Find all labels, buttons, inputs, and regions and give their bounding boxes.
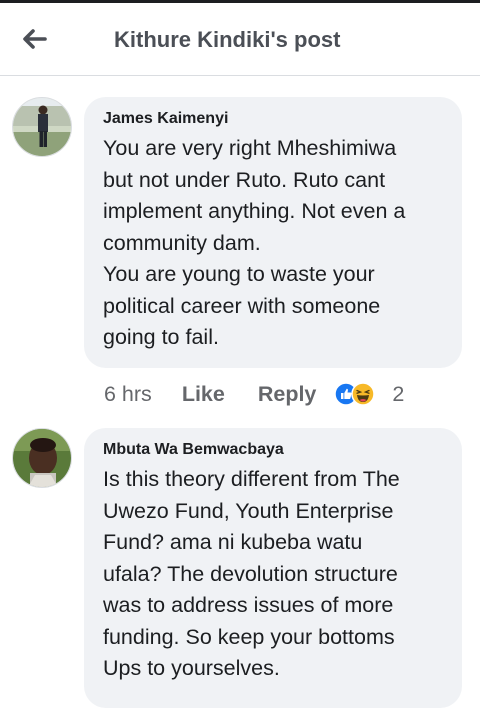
comment-author[interactable]: Mbuta Wa Bemwacbaya [103, 440, 444, 460]
comment-line: Uwezo Fund, Youth Enterprise [103, 498, 394, 523]
reaction-summary[interactable] [334, 382, 382, 406]
comment-line: implement anything. Not even a [103, 199, 406, 223]
haha-reaction-icon [351, 382, 376, 406]
reaction-count[interactable]: 2 [392, 382, 404, 407]
comment-line: You are very right Mheshimiwa [103, 136, 397, 160]
comment-line: Fund? ama ni kubeba watu [103, 530, 363, 554]
avatar[interactable] [12, 97, 72, 157]
comment-line: political career with someone [103, 293, 381, 318]
comment-line: Is this theory different from The [103, 467, 400, 491]
comment-author[interactable]: James Kaimenyi [103, 109, 444, 129]
comment-line: You are young to waste your [103, 262, 375, 286]
comment-line: ufala? The devolution structure [103, 561, 398, 586]
comment-line: but not under Ruto. Ruto cant [103, 167, 386, 192]
back-button[interactable] [18, 23, 50, 55]
like-button[interactable]: Like [182, 382, 225, 407]
back-arrow-icon [23, 29, 47, 49]
comment-line: community dam. [103, 230, 261, 255]
avatar[interactable] [12, 428, 72, 488]
comment-timestamp[interactable]: 6 hrs [104, 382, 152, 407]
comment-line: Ups to yourselves. [103, 656, 280, 680]
comment-line: funding. So keep your bottoms [103, 624, 395, 649]
comment-actions: 6 hrs Like Reply 2 [104, 379, 404, 409]
comment-text: Is this theory different from The Uwezo … [103, 464, 444, 685]
post-header: Kithure Kindiki's post [0, 3, 480, 76]
user-avatar-image [13, 429, 71, 487]
comment-line: going to fail. [103, 325, 219, 349]
comment-bubble: James Kaimenyi You are very right Mheshi… [84, 97, 462, 368]
comment-bubble: Mbuta Wa Bemwacbaya Is this theory diffe… [84, 428, 462, 708]
comment-line: was to address issues of more [103, 593, 394, 617]
comment-text: You are very right Mheshimiwa but not un… [103, 133, 444, 354]
reply-button[interactable]: Reply [258, 382, 317, 407]
user-avatar-image [13, 98, 71, 156]
page-title: Kithure Kindiki's post [114, 27, 341, 52]
